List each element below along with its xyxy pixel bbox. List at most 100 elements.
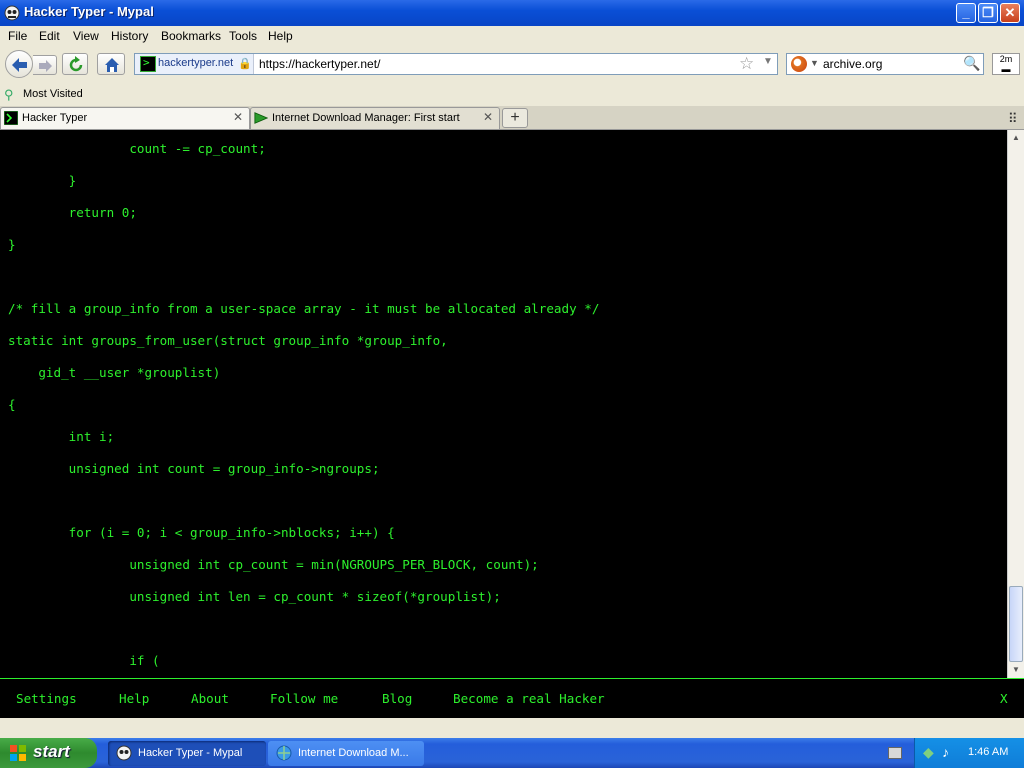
code-line: unsigned int len = cp_count * sizeof(*gr… (8, 589, 501, 604)
extension-button[interactable]: 2m ▬ (992, 53, 1020, 75)
search-icon[interactable]: 🔍 (963, 55, 980, 72)
search-engine-icon[interactable] (791, 56, 807, 72)
reload-button[interactable] (62, 53, 88, 75)
close-button[interactable]: ✕ (1000, 3, 1020, 23)
windows-flag-icon (10, 745, 26, 761)
idm-globe-icon (276, 745, 292, 761)
tab-close-icon[interactable]: ✕ (483, 110, 493, 124)
tab-hacker-typer[interactable]: Hacker Typer ✕ (0, 107, 250, 129)
scroll-up-arrow-icon[interactable]: ▲ (1008, 130, 1024, 146)
address-bar[interactable]: > hackertyper.net 🔒 https://hackertyper.… (134, 53, 778, 75)
search-input[interactable]: archive.org (823, 57, 882, 71)
navigation-toolbar: > hackertyper.net 🔒 https://hackertyper.… (0, 46, 1024, 84)
menu-edit[interactable]: Edit (39, 29, 60, 43)
reload-icon (69, 56, 83, 72)
hacker-typer-footer: Settings Help About Follow me Blog Becom… (0, 678, 1024, 718)
forward-button[interactable] (33, 55, 57, 75)
menu-file[interactable]: File (8, 29, 27, 43)
bookmark-star-icon[interactable]: ☆ (739, 54, 754, 74)
network-icon[interactable]: ◆ (923, 744, 934, 761)
code-line: static int groups_from_user(struct group… (8, 333, 448, 348)
code-line: } (8, 237, 16, 252)
url-dropdown-icon[interactable]: ▼ (763, 56, 773, 67)
start-label: start (33, 742, 70, 761)
back-button[interactable] (5, 50, 33, 78)
code-line: unsigned int cp_count = min(NGROUPS_PER_… (8, 557, 539, 572)
home-icon (105, 58, 119, 72)
scrollbar-thumb[interactable] (1009, 586, 1023, 662)
code-line: gid_t __user *grouplist) (8, 365, 221, 380)
taskbar-item-mypal[interactable]: Hacker Typer - Mypal (108, 741, 266, 766)
code-line: return 0; (8, 205, 137, 220)
volume-icon[interactable]: ♪ (942, 744, 949, 760)
code-line: if ( (8, 653, 160, 668)
code-line: } (8, 173, 77, 188)
bookmark-most-visited[interactable]: Most Visited (23, 88, 83, 100)
taskbar-item-label: Hacker Typer - Mypal (138, 747, 243, 759)
code-line: unsigned int count = group_info->ngroups… (8, 461, 380, 476)
window-title: Hacker Typer - Mypal (24, 4, 154, 19)
idm-icon (254, 112, 268, 124)
system-tray: ◆ ♪ 1:46 AM (914, 738, 1024, 768)
plus-icon: + (510, 109, 520, 126)
footer-link-follow-me[interactable]: Follow me (270, 691, 338, 706)
tab-bar: Hacker Typer ✕ Internet Download Manager… (0, 106, 1024, 130)
new-tab-button[interactable]: + (502, 108, 528, 128)
search-bar[interactable]: ▼ archive.org 🔍 (786, 53, 984, 75)
clock[interactable]: 1:46 AM (968, 746, 1008, 758)
menu-tools[interactable]: Tools (229, 29, 257, 43)
home-button[interactable] (97, 53, 125, 75)
title-bar: Hacker Typer - Mypal _ ❐ ✕ (0, 0, 1024, 26)
site-identity[interactable]: > hackertyper.net 🔒 (135, 54, 254, 74)
mypal-app-icon (116, 745, 132, 761)
footer-close-button[interactable]: X (1000, 691, 1008, 706)
start-button[interactable]: start (0, 738, 97, 768)
keyboard-layout-icon[interactable] (888, 747, 902, 759)
maximize-button[interactable]: ❐ (978, 3, 998, 23)
menu-bar: File Edit View History Bookmarks Tools H… (0, 26, 1024, 46)
tab-idm-first-start[interactable]: Internet Download Manager: First start ✕ (250, 107, 500, 129)
tab-label: Hacker Typer (22, 112, 88, 124)
bookmarks-toolbar: ⚲ Most Visited (0, 84, 1024, 106)
footer-link-become-hacker[interactable]: Become a real Hacker (453, 691, 605, 706)
all-tabs-icon[interactable]: ⠿ (1008, 111, 1018, 127)
close-icon: ✕ (1004, 5, 1016, 20)
hackertyper-favicon-icon (4, 111, 18, 125)
scroll-down-arrow-icon[interactable]: ▼ (1008, 662, 1024, 678)
url-text[interactable]: https://hackertyper.net/ (259, 57, 380, 71)
code-line: int i; (8, 429, 115, 444)
status-bar (0, 718, 1024, 738)
tab-label: Internet Download Manager: First start (272, 112, 460, 124)
footer-link-blog[interactable]: Blog (382, 691, 412, 706)
footer-link-about[interactable]: About (191, 691, 229, 706)
back-arrow-icon (12, 58, 27, 72)
code-line: count -= cp_count; (8, 141, 266, 156)
taskbar-item-idm[interactable]: Internet Download M... (268, 741, 424, 766)
menu-help[interactable]: Help (268, 29, 293, 43)
tab-close-icon[interactable]: ✕ (233, 110, 243, 124)
footer-link-settings[interactable]: Settings (16, 691, 77, 706)
forward-arrow-icon (39, 60, 52, 72)
menu-view[interactable]: View (73, 29, 99, 43)
minimize-icon: _ (962, 5, 970, 20)
menu-history[interactable]: History (111, 29, 148, 43)
mypal-app-icon (4, 5, 20, 21)
vertical-scrollbar[interactable]: ▲ ▼ (1007, 130, 1024, 678)
site-identity-label: hackertyper.net (158, 57, 234, 69)
engine-dropdown-icon[interactable]: ▼ (810, 58, 819, 68)
restore-icon: ❐ (982, 5, 994, 20)
hackertyper-favicon-icon: > (140, 56, 156, 72)
code-line: { (8, 397, 16, 412)
extension-label: 2m (999, 54, 1013, 64)
windows-taskbar: start Hacker Typer - Mypal Internet Down… (0, 738, 1024, 768)
most-visited-icon: ⚲ (4, 87, 14, 102)
lock-icon: 🔒 (238, 58, 252, 70)
code-line: /* fill a group_info from a user-space a… (8, 301, 600, 316)
code-line: for (i = 0; i < group_info->nblocks; i++… (8, 525, 395, 540)
footer-link-help[interactable]: Help (119, 691, 149, 706)
menu-bookmarks[interactable]: Bookmarks (161, 29, 221, 43)
minimize-button[interactable]: _ (956, 3, 976, 23)
taskbar-item-label: Internet Download M... (298, 747, 409, 759)
hacker-typer-code-area[interactable]: count -= cp_count; } return 0;} /* fill a… (0, 130, 1007, 678)
bar-icon: ▬ (1001, 64, 1011, 74)
